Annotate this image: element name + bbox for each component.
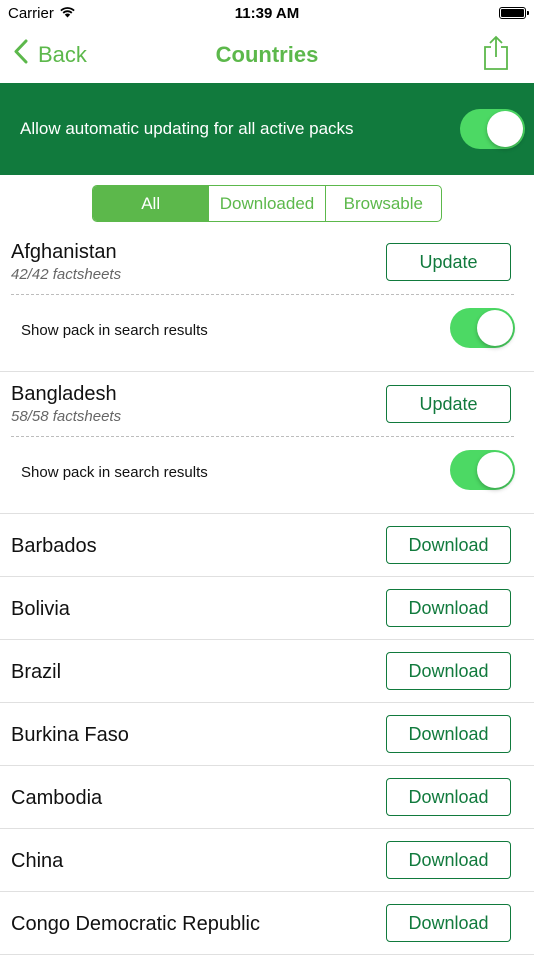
list-item: Afghanistan 42/42 factsheets Update Show…: [0, 230, 534, 372]
list-item: Burkina Faso Download: [0, 703, 534, 766]
auto-update-banner: Allow automatic updating for all active …: [0, 83, 534, 175]
auto-update-label: Allow automatic updating for all active …: [20, 119, 354, 138]
auto-update-toggle[interactable]: [460, 109, 525, 149]
download-button[interactable]: Download: [386, 778, 511, 816]
share-icon: [482, 35, 510, 75]
factsheet-count: 42/42 factsheets: [11, 266, 122, 283]
navigation-bar: Back Countries: [0, 28, 534, 83]
list-item: Bolivia Download: [0, 577, 534, 640]
divider: [11, 436, 514, 437]
show-in-search-toggle[interactable]: [450, 308, 515, 348]
show-in-search-label: Show pack in search results: [21, 322, 208, 339]
country-name: China: [11, 850, 64, 872]
list-item: Barbados Download: [0, 514, 534, 577]
update-button[interactable]: Update: [386, 385, 511, 423]
segment-browsable[interactable]: Browsable: [324, 186, 441, 221]
show-in-search-toggle[interactable]: [450, 450, 515, 490]
list-item: Cambodia Download: [0, 766, 534, 829]
country-name: Bolivia: [11, 598, 70, 620]
country-name: Burkina Faso: [11, 724, 129, 746]
status-bar: Carrier 11:39 AM: [0, 0, 534, 28]
page-title: Countries: [215, 42, 319, 67]
list-item: Congo Democratic Republic Download: [0, 892, 534, 955]
country-name: Brazil: [11, 661, 62, 683]
list-item: China Download: [0, 829, 534, 892]
segment-downloaded[interactable]: Downloaded: [208, 186, 324, 221]
download-button[interactable]: Download: [386, 715, 511, 753]
share-button[interactable]: [482, 35, 510, 76]
country-list: Afghanistan 42/42 factsheets Update Show…: [0, 230, 534, 955]
segment-all[interactable]: All: [93, 186, 209, 221]
download-button[interactable]: Download: [386, 589, 511, 627]
country-name: Congo Democratic Republic: [11, 913, 261, 935]
clock: 11:39 AM: [234, 5, 300, 22]
show-in-search-label: Show pack in search results: [21, 464, 208, 481]
download-button[interactable]: Download: [386, 841, 511, 879]
list-item: Bangladesh 58/58 factsheets Update Show …: [0, 372, 534, 514]
download-button[interactable]: Download: [386, 526, 511, 564]
country-name: Barbados: [11, 535, 97, 557]
country-name: Afghanistan: [11, 241, 117, 263]
factsheet-count: 58/58 factsheets: [11, 408, 122, 425]
battery-icon: [499, 7, 529, 19]
country-name: Bangladesh: [11, 383, 117, 405]
filter-segmented-control: All Downloaded Browsable: [92, 185, 442, 222]
list-item: Brazil Download: [0, 640, 534, 703]
update-button[interactable]: Update: [386, 243, 511, 281]
download-button[interactable]: Download: [386, 652, 511, 690]
divider: [11, 294, 514, 295]
country-name: Cambodia: [11, 787, 103, 809]
download-button[interactable]: Download: [386, 904, 511, 942]
